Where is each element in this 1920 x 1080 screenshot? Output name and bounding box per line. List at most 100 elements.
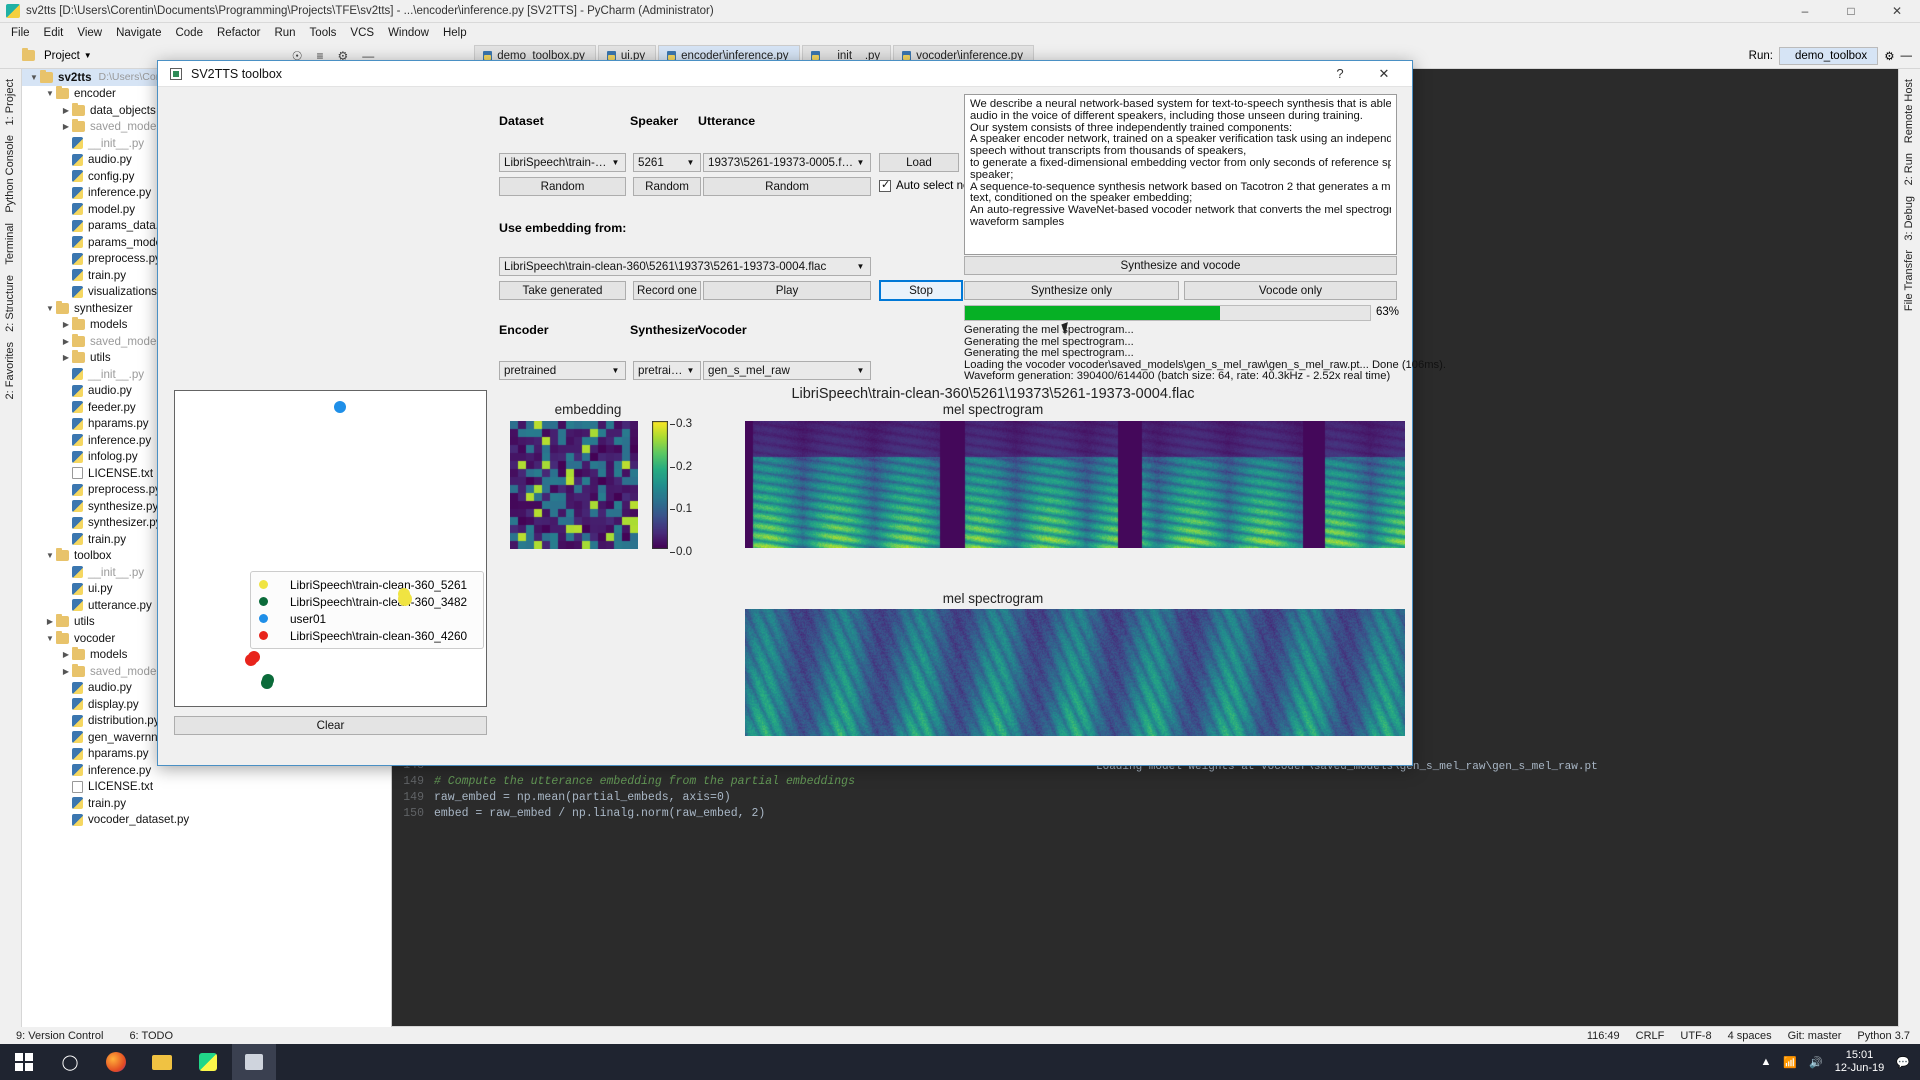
status-indicator[interactable]: 116:49 [1587, 1030, 1620, 1042]
chevron-down-icon[interactable]: ▼ [685, 366, 696, 375]
left-tool-rail[interactable]: 1: Project Python Console Terminal 2: Struc… [0, 69, 22, 1044]
notification-icon[interactable]: 💬 [1896, 1056, 1910, 1069]
rail-item[interactable]: 2: Favorites [4, 342, 16, 399]
clear-button[interactable]: Clear [174, 716, 487, 735]
chevron-down-icon[interactable]: ▼ [610, 158, 621, 167]
chevron-up-icon[interactable]: ▲ [1760, 1056, 1771, 1068]
run-config-tab[interactable]: demo_toolbox [1778, 46, 1879, 65]
embedding-source-combo[interactable]: LibriSpeech\train-clean-360\5261\19373\5… [499, 257, 871, 276]
chevron-right-icon[interactable]: ▶ [60, 353, 72, 362]
rail-item[interactable]: Python Console [4, 135, 16, 213]
status-indicator[interactable]: CRLF [1636, 1030, 1665, 1042]
right-tool-rail[interactable]: Remote Host 2: Run 3: Debug File Transfer [1898, 69, 1920, 1044]
sv2tts-toolbox-dialog[interactable]: SV2TTS toolbox ? ✕ Dataset Speaker Utter… [157, 60, 1446, 766]
utterance-combo[interactable]: 19373\5261-19373-0005.flac ▼ [703, 153, 871, 172]
rail-item[interactable]: 3: Debug [1903, 196, 1915, 241]
search-icon[interactable]: ◯ [48, 1044, 92, 1080]
dialog-close-button[interactable]: ✕ [1362, 61, 1406, 87]
chevron-down-icon[interactable]: ▼ [855, 262, 866, 271]
chevron-down-icon[interactable]: ▼ [685, 158, 696, 167]
menu-item-tools[interactable]: Tools [303, 25, 344, 41]
status-indicator[interactable]: Git: master [1788, 1030, 1842, 1042]
dialog-window-controls[interactable]: ? ✕ [1318, 61, 1406, 87]
project-tool-label[interactable]: Project ▼ [0, 48, 92, 62]
taskbar-clock[interactable]: 15:01 12-Jun-19 [1835, 1049, 1885, 1075]
chevron-right-icon[interactable]: ▶ [44, 617, 56, 626]
firefox-icon[interactable] [94, 1044, 138, 1080]
chevron-right-icon[interactable]: ▶ [60, 122, 72, 131]
chevron-down-icon[interactable]: ▼ [855, 158, 866, 167]
tool-tabs-bar[interactable]: 9: Version Control 6: TODO 116:49 CRLF UTF-8… [0, 1027, 1920, 1044]
dataset-random-button[interactable]: Random [499, 177, 626, 196]
ide-menubar[interactable]: File Edit View Navigate Code Refactor Run Tools… [0, 23, 1920, 43]
code-view[interactable]: 148149 # Compute the utterance embedding… [392, 759, 1102, 823]
chevron-down-icon[interactable]: ▼ [44, 89, 56, 98]
rail-item[interactable]: 2: Run [1903, 153, 1915, 185]
encoder-combo[interactable]: pretrained ▼ [499, 361, 626, 380]
stop-button[interactable]: Stop [879, 280, 963, 301]
rail-item[interactable]: File Transfer [1903, 250, 1915, 311]
chevron-down-icon[interactable]: ▼ [84, 51, 92, 60]
status-indicator[interactable]: UTF-8 [1680, 1030, 1711, 1042]
tool-tab[interactable]: 6: TODO [129, 1030, 173, 1042]
chevron-down-icon[interactable]: ▼ [610, 366, 621, 375]
explorer-icon[interactable] [140, 1044, 184, 1080]
volume-icon[interactable]: 🔊 [1809, 1056, 1823, 1069]
status-indicators[interactable]: 116:49 CRLF UTF-8 4 spaces Git: master Python… [1587, 1030, 1920, 1042]
window-controls[interactable]: – □ ✕ [1782, 0, 1920, 23]
tool-tab[interactable]: 9: Version Control [16, 1030, 103, 1042]
chevron-down-icon[interactable]: ▼ [44, 551, 56, 560]
umap-projection-plot[interactable]: LibriSpeech\train-clean-360_5261 LibriSpe… [174, 390, 487, 707]
menu-item-file[interactable]: File [4, 25, 37, 41]
checkbox-icon[interactable] [879, 178, 891, 192]
speaker-random-button[interactable]: Random [633, 177, 701, 196]
windows-taskbar[interactable]: ◯ ▲ 📶 🔊 15:01 12-Jun-19 💬 [0, 1044, 1920, 1080]
sv2tts-taskbar-icon[interactable] [232, 1044, 276, 1080]
settings-gear-icon[interactable]: ⚙ [1884, 49, 1894, 63]
vocode-only-button[interactable]: Vocode only [1184, 281, 1397, 300]
chevron-right-icon[interactable]: ▶ [60, 337, 72, 346]
tree-row[interactable]: train.py [22, 795, 391, 812]
menu-item-edit[interactable]: Edit [37, 25, 71, 41]
close-button[interactable]: ✕ [1874, 0, 1920, 23]
menu-item-code[interactable]: Code [168, 25, 210, 41]
minimize-button[interactable]: – [1782, 0, 1828, 23]
rail-item[interactable]: Remote Host [1903, 79, 1915, 143]
rail-item[interactable]: Terminal [4, 223, 16, 265]
menu-item-run[interactable]: Run [267, 25, 302, 41]
take-generated-button[interactable]: Take generated [499, 281, 626, 300]
menu-item-vcs[interactable]: VCS [343, 25, 381, 41]
tree-row[interactable]: LICENSE.txt [22, 779, 391, 796]
menu-item-refactor[interactable]: Refactor [210, 25, 267, 41]
speaker-combo[interactable]: 5261 ▼ [633, 153, 701, 172]
menu-item-navigate[interactable]: Navigate [109, 25, 168, 41]
play-button[interactable]: Play [703, 281, 871, 300]
chevron-down-icon[interactable]: ▼ [44, 634, 56, 643]
chevron-down-icon[interactable]: ▼ [44, 304, 56, 313]
pycharm-taskbar-icon[interactable] [186, 1044, 230, 1080]
tree-row[interactable]: vocoder_dataset.py [22, 812, 391, 829]
synthesizer-combo[interactable]: pretrained ▼ [633, 361, 701, 380]
utterance-random-button[interactable]: Random [703, 177, 871, 196]
chevron-down-icon[interactable]: ▼ [855, 366, 866, 375]
transcript-textbox[interactable]: We describe a neural network-based syste… [964, 94, 1397, 255]
network-icon[interactable]: 📶 [1783, 1056, 1797, 1069]
record-one-button[interactable]: Record one [633, 281, 701, 300]
vocoder-combo[interactable]: gen_s_mel_raw ▼ [703, 361, 871, 380]
chevron-down-icon[interactable]: ▼ [28, 73, 40, 82]
status-indicator[interactable]: Python 3.7 [1857, 1030, 1910, 1042]
menu-item-view[interactable]: View [70, 25, 109, 41]
run-widget[interactable]: Run: demo_toolbox ⚙ — [1749, 46, 1920, 65]
menu-item-window[interactable]: Window [381, 25, 436, 41]
chevron-right-icon[interactable]: ▶ [60, 667, 72, 676]
help-button[interactable]: ? [1318, 61, 1362, 87]
minimize-panel-icon[interactable]: — [1901, 50, 1913, 62]
maximize-button[interactable]: □ [1828, 0, 1874, 23]
rail-item[interactable]: 1: Project [4, 79, 16, 125]
load-button[interactable]: Load [879, 153, 959, 172]
system-tray[interactable]: ▲ 📶 🔊 15:01 12-Jun-19 💬 [1760, 1049, 1920, 1075]
synthesize-and-vocode-button[interactable]: Synthesize and vocode [964, 256, 1397, 275]
status-indicator[interactable]: 4 spaces [1728, 1030, 1772, 1042]
chevron-right-icon[interactable]: ▶ [60, 320, 72, 329]
start-button[interactable] [2, 1044, 46, 1080]
